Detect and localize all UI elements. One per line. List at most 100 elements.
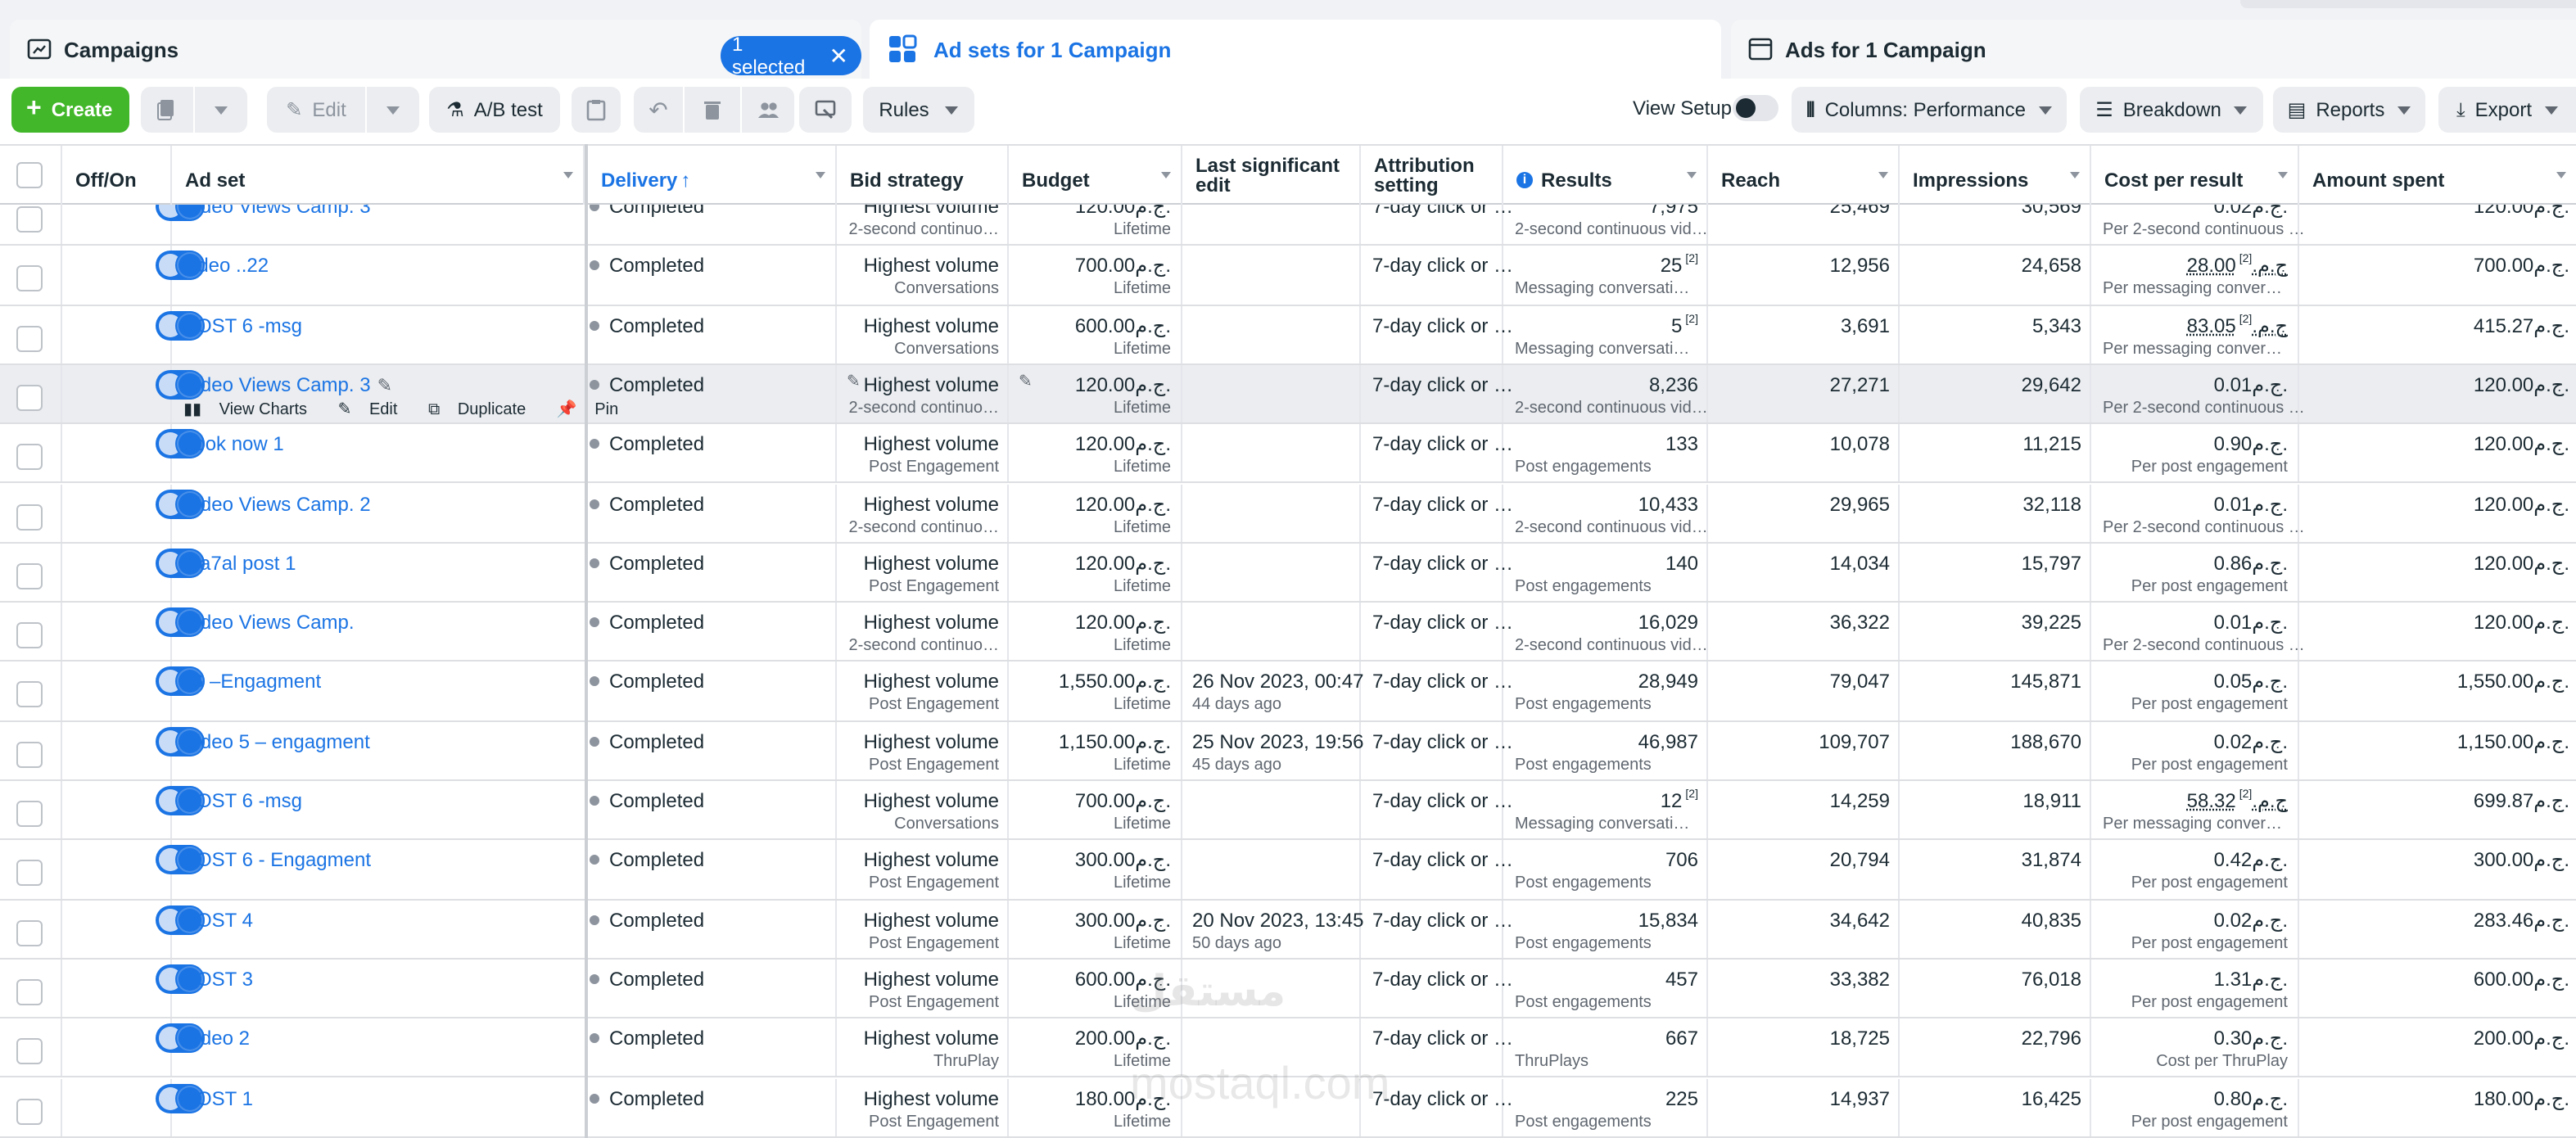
table-row[interactable]: POST 3 Completed Highest volume Post Eng…	[0, 959, 2576, 1019]
header-attribution[interactable]: Attribution setting	[1361, 146, 1503, 205]
header-impressions[interactable]: Impressions	[1900, 146, 2091, 205]
footnote-marker[interactable]: [2]	[1685, 255, 1698, 266]
adset-name-link[interactable]: Video Views Camp. 2	[183, 492, 371, 515]
audience-button[interactable]	[742, 87, 794, 133]
adset-name-link[interactable]: POST 4	[183, 908, 253, 931]
adset-name-link[interactable]: video ..22	[183, 255, 269, 278]
header-last-edit[interactable]: Last significant edit	[1182, 146, 1361, 205]
header-budget[interactable]: Budget	[1009, 146, 1182, 205]
rules-button[interactable]: Rules	[863, 87, 974, 133]
row-checkbox[interactable]	[16, 444, 43, 471]
pencil-icon[interactable]: ✎	[1019, 373, 1033, 391]
table-row[interactable]: IG –Engagment Completed Highest volume P…	[0, 662, 2576, 722]
row-checkbox[interactable]	[16, 801, 43, 827]
chevron-down-icon[interactable]	[816, 172, 825, 178]
adset-name-link[interactable]: Video 2	[183, 1027, 250, 1050]
chevron-down-icon[interactable]	[563, 172, 573, 178]
chevron-down-icon[interactable]	[1687, 172, 1697, 178]
row-checkbox[interactable]	[16, 919, 43, 946]
adset-name-link[interactable]: Video 5 – engagment	[183, 729, 370, 752]
table-row[interactable]: Video 5 – engagment Completed Highest vo…	[0, 721, 2576, 781]
header-adset[interactable]: Ad set	[172, 146, 585, 205]
row-checkbox[interactable]	[16, 206, 43, 233]
adset-name-link[interactable]: Video Views Camp.	[183, 611, 355, 634]
row-checkbox[interactable]	[16, 978, 43, 1005]
adset-name-link[interactable]: Video Views Camp. 3 ✎	[183, 373, 392, 396]
row-checkbox[interactable]	[16, 1098, 43, 1124]
tab-ads[interactable]: Ads for 1 Campaign	[1731, 20, 2576, 79]
chevron-down-icon[interactable]	[1161, 172, 1171, 178]
chevron-down-icon[interactable]	[2070, 172, 2080, 178]
ab-test-button[interactable]: ⚗ A/B test	[429, 87, 560, 133]
row-checkbox[interactable]	[16, 325, 43, 352]
header-cost-per-result[interactable]: Cost per result	[2091, 146, 2299, 205]
adset-name-link[interactable]: book now 1	[183, 432, 284, 455]
duplicate-menu-button[interactable]	[195, 87, 247, 133]
adset-name-link[interactable]: POST 6 -msg	[183, 314, 302, 336]
create-button[interactable]: + Create	[11, 87, 129, 133]
row-checkbox[interactable]	[16, 1038, 43, 1065]
selected-pill[interactable]: 1 selected ✕	[721, 33, 861, 79]
edit-menu-button[interactable]	[367, 87, 419, 133]
table-row[interactable]: book now 1 Completed Highest volume Post…	[0, 424, 2576, 484]
clipboard-button[interactable]	[572, 87, 621, 133]
row-checkbox[interactable]	[16, 681, 43, 708]
view-charts-action[interactable]: ▮▮ View Charts	[183, 401, 320, 419]
undo-button[interactable]: ↶	[634, 87, 683, 133]
breakdown-button[interactable]: ☰ Breakdown	[2080, 87, 2263, 133]
adset-name-link[interactable]: POST 3	[183, 968, 253, 991]
columns-button[interactable]: ⦀ Columns: Performance	[1792, 87, 2067, 133]
table-row[interactable]: video ..22 Completed Highest volume Conv…	[0, 246, 2576, 306]
header-bid-strategy[interactable]: Bid strategy	[837, 146, 1009, 205]
row-checkbox[interactable]	[16, 622, 43, 649]
adset-name-link[interactable]: IG –Engagment	[183, 671, 321, 693]
table-row[interactable]: Video Views Camp. 2 Completed Highest vo…	[0, 484, 2576, 544]
adset-name-link[interactable]: POST 6 - Engagment	[183, 849, 371, 872]
table-row[interactable]: POST 4 Completed Highest volume Post Eng…	[0, 900, 2576, 960]
chevron-down-icon[interactable]	[2278, 172, 2288, 178]
footnote-marker[interactable]: [2]	[2239, 314, 2253, 325]
row-checkbox[interactable]	[16, 504, 43, 530]
chevron-down-icon[interactable]	[1878, 172, 1888, 178]
table-row[interactable]: Video Views Camp. Completed Highest volu…	[0, 603, 2576, 662]
pencil-icon[interactable]: ✎	[377, 377, 392, 396]
export-button[interactable]: ⤓ Export	[2438, 87, 2576, 133]
pencil-icon[interactable]: ✎	[847, 373, 861, 391]
header-results[interactable]: i Results	[1503, 146, 1708, 205]
select-all-checkbox[interactable]	[16, 162, 43, 188]
footnote-marker[interactable]: [2]	[2239, 255, 2253, 266]
table-row[interactable]: ma7al post 1 Completed Highest volume Po…	[0, 543, 2576, 603]
header-reach[interactable]: Reach	[1708, 146, 1900, 205]
row-checkbox[interactable]	[16, 265, 43, 292]
close-icon[interactable]: ✕	[829, 44, 848, 67]
table-row[interactable]: Video Views Camp. 3 ✎ ▮▮ View Charts ✎ Ed…	[0, 364, 2576, 425]
adset-name-link[interactable]: ma7al post 1	[183, 552, 296, 575]
delete-button[interactable]	[685, 87, 740, 133]
table-row[interactable]: POST 6 -msg Completed Highest volume Con…	[0, 781, 2576, 841]
row-checkbox[interactable]	[16, 384, 43, 411]
edit-button[interactable]: ✎ Edit	[267, 87, 365, 133]
preview-button[interactable]	[799, 87, 852, 133]
tab-adsets[interactable]: Ad sets for 1 Campaign	[870, 20, 1721, 79]
header-select-all[interactable]	[0, 146, 62, 205]
view-setup-toggle[interactable]	[1733, 95, 1778, 121]
footnote-marker[interactable]: [2]	[2239, 789, 2253, 801]
row-checkbox[interactable]	[16, 562, 43, 589]
table-row[interactable]: POST 6 - Engagment Completed Highest vol…	[0, 840, 2576, 901]
edit-action[interactable]: ✎ Edit	[338, 401, 411, 419]
duplicate-action[interactable]: ⧉ Duplicate	[428, 401, 539, 419]
row-checkbox[interactable]	[16, 860, 43, 887]
adset-name-link[interactable]: POST 1	[183, 1086, 253, 1109]
info-icon[interactable]: i	[1516, 172, 1533, 188]
header-delivery[interactable]: Delivery ↑	[588, 146, 837, 205]
reports-button[interactable]: ▤ Reports	[2273, 87, 2425, 133]
chevron-down-icon[interactable]	[2556, 172, 2566, 178]
tab-campaigns[interactable]: Campaigns 1 selected ✕	[10, 20, 861, 79]
footnote-marker[interactable]: [2]	[1685, 789, 1698, 801]
table-row[interactable]: POST 6 -msg Completed Highest volume Con…	[0, 305, 2576, 365]
duplicate-button[interactable]	[141, 87, 193, 133]
row-checkbox[interactable]	[16, 741, 43, 768]
adset-name-link[interactable]: POST 6 -msg	[183, 789, 302, 812]
footnote-marker[interactable]: [2]	[1685, 314, 1698, 325]
header-amount-spent[interactable]: Amount spent	[2299, 146, 2576, 205]
